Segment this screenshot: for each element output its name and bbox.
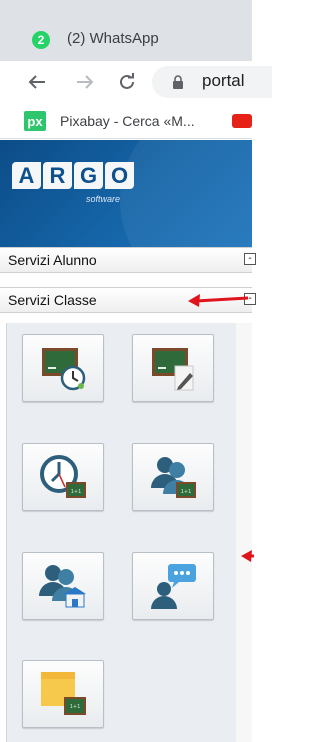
svg-text:1+1: 1+1 (71, 489, 82, 495)
section-label: Servizi Classe (8, 292, 97, 308)
lock-icon (173, 75, 183, 89)
tile-button[interactable] (22, 334, 104, 402)
arrow-left-icon (28, 75, 45, 89)
app-header: A R G O software (0, 140, 252, 247)
logo-subtitle: software (86, 194, 121, 204)
bookmark-label: Pixabay - Cerca «M... (60, 113, 195, 129)
browser-tab[interactable]: 2 (2) WhatsApp (0, 8, 252, 61)
tile-button[interactable] (22, 552, 104, 620)
blackboard-clock-icon (42, 348, 86, 391)
logo-letter: O (105, 162, 134, 189)
annotation-arrow-icon (241, 550, 254, 562)
blackboard-pencil-icon (152, 348, 194, 391)
tile-button[interactable] (132, 334, 214, 402)
section-servizi-alunno[interactable]: Servizi Alunno - (0, 247, 256, 273)
tile-button[interactable]: 1+1 (132, 443, 214, 511)
svg-text:1+1: 1+1 (70, 704, 81, 710)
forward-button[interactable] (74, 61, 96, 103)
argo-logo: A R G O software (12, 162, 142, 222)
sticky-note-blackboard-icon: 1+1 (41, 672, 86, 715)
pixabay-icon: px (24, 111, 46, 131)
logo-letter: R (43, 162, 72, 189)
bookmarks-bar: px Pixabay - Cerca «M... (0, 103, 252, 139)
logo-letter: G (74, 162, 103, 189)
reload-button[interactable] (116, 61, 138, 103)
tile-button[interactable]: 1+1 (22, 443, 104, 511)
panel-side-strip (236, 323, 252, 742)
collapse-toggle[interactable]: - (244, 253, 256, 265)
address-bar[interactable]: portal (152, 66, 272, 98)
teachers-blackboard-icon: 1+1 (151, 457, 196, 498)
arrow-right-icon (77, 75, 94, 89)
annotation-arrow-icon (188, 294, 249, 307)
tab-title: (2) WhatsApp (67, 30, 159, 47)
svg-text:2: 2 (38, 33, 45, 47)
app-area: A R G O software Servizi Alunno - Serviz… (0, 140, 256, 742)
youtube-icon[interactable] (232, 114, 252, 128)
browser-tab-bar: 2 (2) WhatsApp (0, 0, 252, 61)
people-school-icon (39, 565, 86, 608)
tile-button[interactable]: 1+1 (22, 660, 104, 728)
back-button[interactable] (26, 61, 48, 103)
reload-icon (120, 73, 134, 89)
url-text: portal (202, 71, 245, 90)
bookmark-pixabay[interactable]: px Pixabay - Cerca «M... (24, 103, 195, 139)
tile-button[interactable] (132, 552, 214, 620)
logo-letter: A (12, 162, 41, 189)
browser-toolbar: portal (0, 61, 272, 103)
clock-blackboard-icon: 1+1 (40, 455, 86, 498)
svg-text:1+1: 1+1 (181, 489, 192, 495)
section-label: Servizi Alunno (8, 252, 97, 268)
person-chat-icon (151, 564, 196, 609)
whatsapp-icon: 2 (32, 31, 50, 49)
